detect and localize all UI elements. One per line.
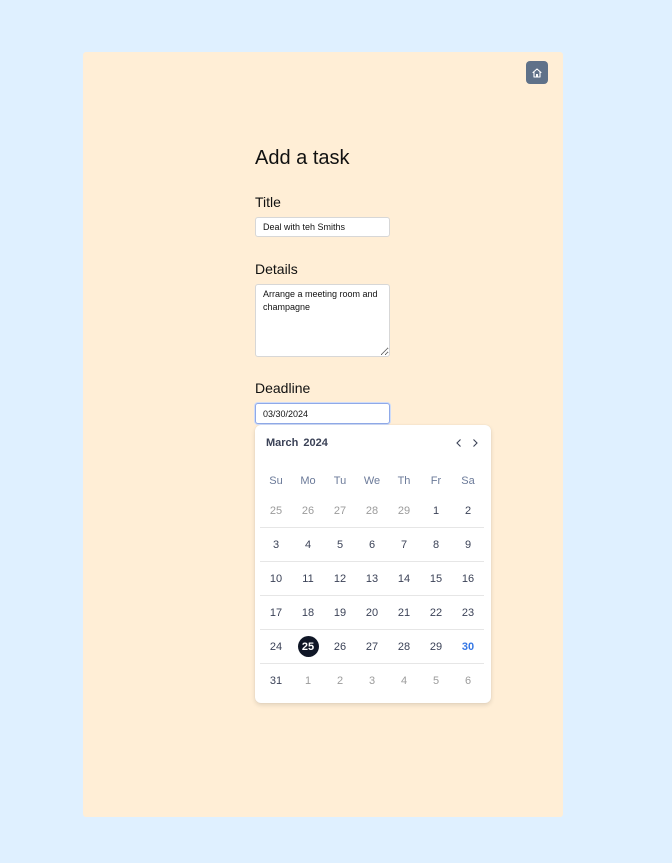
calendar-day[interactable]: 3 (356, 664, 388, 697)
calendar-day[interactable]: 7 (388, 528, 420, 561)
calendar-day[interactable]: 27 (324, 494, 356, 527)
calendar-day[interactable]: 9 (452, 528, 484, 561)
calendar-day[interactable]: 28 (356, 494, 388, 527)
title-input[interactable] (255, 217, 390, 237)
calendar-day-today[interactable]: 25 (292, 630, 324, 663)
calendar-day[interactable]: 4 (388, 664, 420, 697)
calendar-day[interactable]: 22 (420, 596, 452, 629)
calendar-week: 25 26 27 28 29 1 2 (260, 494, 484, 528)
calendar-day[interactable]: 6 (356, 528, 388, 561)
weekday-label: Mo (300, 475, 316, 487)
calendar-day[interactable]: 26 (324, 630, 356, 663)
calendar-day[interactable]: 29 (388, 494, 420, 527)
weekday-label: We (363, 475, 381, 487)
calendar-day[interactable]: 2 (452, 494, 484, 527)
page-title: Add a task (255, 147, 350, 169)
weekday-label: Th (397, 475, 411, 487)
weekday-label: Su (269, 475, 283, 487)
calendar-month-year: March 2024 (266, 437, 328, 449)
calendar-day[interactable]: 23 (452, 596, 484, 629)
calendar-week: 17 18 19 20 21 22 23 (260, 596, 484, 630)
calendar-day[interactable]: 6 (452, 664, 484, 697)
calendar-day[interactable]: 28 (388, 630, 420, 663)
calendar-day[interactable]: 31 (260, 664, 292, 697)
calendar-grid: 25 26 27 28 29 1 2 3 4 5 6 7 8 9 10 11 1… (260, 494, 484, 697)
details-label: Details (255, 261, 298, 277)
calendar-day[interactable]: 17 (260, 596, 292, 629)
calendar-week: 10 11 12 13 14 15 16 (260, 562, 484, 596)
calendar-week: 3 4 5 6 7 8 9 (260, 528, 484, 562)
calendar-day[interactable]: 8 (420, 528, 452, 561)
calendar-day[interactable]: 14 (388, 562, 420, 595)
calendar-day[interactable]: 1 (292, 664, 324, 697)
calendar-day[interactable]: 3 (260, 528, 292, 561)
title-label: Title (255, 194, 281, 210)
calendar-day[interactable]: 16 (452, 562, 484, 595)
today-marker: 25 (297, 636, 319, 657)
calendar-day[interactable]: 20 (356, 596, 388, 629)
calendar-year: 2024 (303, 437, 328, 449)
calendar-day[interactable]: 12 (324, 562, 356, 595)
calendar-day[interactable]: 19 (324, 596, 356, 629)
calendar-day[interactable]: 10 (260, 562, 292, 595)
home-button[interactable] (526, 61, 548, 84)
calendar-day[interactable]: 18 (292, 596, 324, 629)
previous-month-button[interactable] (452, 434, 466, 452)
weekday-header: Su Mo Tu We Th Fr Sa (260, 475, 484, 487)
calendar-week: 31 1 2 3 4 5 6 (260, 664, 484, 697)
calendar-day[interactable]: 13 (356, 562, 388, 595)
calendar-week: 24 25 26 27 28 29 30 (260, 630, 484, 664)
calendar-day[interactable]: 15 (420, 562, 452, 595)
date-picker: March 2024 Su Mo Tu We Th Fr Sa 25 26 27 … (255, 425, 491, 703)
calendar-day[interactable]: 1 (420, 494, 452, 527)
weekday-label: Fr (430, 475, 442, 487)
calendar-day[interactable]: 5 (420, 664, 452, 697)
calendar-day[interactable]: 29 (420, 630, 452, 663)
calendar-day[interactable]: 11 (292, 562, 324, 595)
chevron-left-icon (456, 439, 461, 447)
calendar-day[interactable]: 4 (292, 528, 324, 561)
next-month-button[interactable] (468, 434, 482, 452)
chevron-right-icon (473, 439, 478, 447)
details-textarea[interactable]: Arrange a meeting room and champagne (255, 284, 390, 357)
calendar-day[interactable]: 2 (324, 664, 356, 697)
calendar-day[interactable]: 25 (260, 494, 292, 527)
calendar-day[interactable]: 27 (356, 630, 388, 663)
calendar-day[interactable]: 5 (324, 528, 356, 561)
calendar-day[interactable]: 26 (292, 494, 324, 527)
calendar-day-selected[interactable]: 30 (452, 630, 484, 663)
weekday-label: Tu (333, 475, 347, 487)
deadline-input[interactable] (255, 403, 390, 424)
deadline-label: Deadline (255, 380, 311, 396)
calendar-month: March (266, 437, 299, 449)
calendar-day[interactable]: 21 (388, 596, 420, 629)
home-icon (532, 67, 542, 78)
weekday-label: Sa (461, 475, 475, 487)
calendar-day[interactable]: 24 (260, 630, 292, 663)
